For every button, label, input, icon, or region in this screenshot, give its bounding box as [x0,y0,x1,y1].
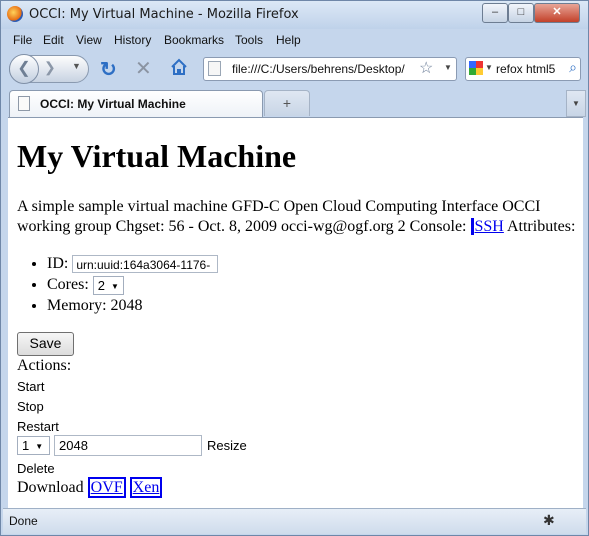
home-icon[interactable] [170,58,188,76]
url-dropdown-icon[interactable]: ▼ [444,63,452,72]
search-engine-dropdown-icon[interactable]: ▼ [485,63,493,72]
actions-label: Actions: [17,357,72,374]
restart-action[interactable]: Restart [17,419,59,434]
history-dropdown-icon[interactable]: ▼ [72,61,81,71]
memory-value: 2048 [110,297,143,314]
page-content: My Virtual Machine A simple sample virtu… [8,117,583,508]
memory-label: Memory: [47,297,107,314]
close-button[interactable]: ✕ [534,3,580,23]
bookmark-star-icon[interactable]: ☆ [419,58,433,78]
list-item: Cores: 2▼ [47,274,218,295]
download-xen-link[interactable]: Xen [129,477,163,498]
save-button[interactable]: Save [17,332,74,356]
tab-strip: OCCI: My Virtual Machine + ▼ [3,87,586,117]
search-input[interactable]: refox html5 [496,62,555,76]
attribute-list: ID: urn:uuid:164a3064-1176- Cores: 2▼ Me… [17,253,219,316]
status-bar: Done ✱ [3,508,586,534]
new-tab-button[interactable]: + [264,90,310,116]
tab-list-dropdown-icon[interactable]: ▼ [566,90,586,117]
delete-action[interactable]: Delete [17,461,55,476]
resize-memory-input[interactable]: 2048 [54,435,202,456]
description-text: A simple sample virtual machine GFD-C Op… [17,198,541,235]
menu-file[interactable]: File [13,33,32,47]
browser-window: OCCI: My Virtual Machine - Mozilla Firef… [0,0,589,536]
stop-icon[interactable]: ✕ [135,56,152,81]
start-action[interactable]: Start [17,379,44,394]
search-icon[interactable]: ⌕ [569,59,577,76]
resize-select-value: 1 [22,438,30,453]
back-arrow-icon[interactable]: ❮ [9,54,39,84]
window-title: OCCI: My Virtual Machine - Mozilla Firef… [29,7,299,22]
tab-active[interactable]: OCCI: My Virtual Machine [9,90,263,117]
menu-view[interactable]: View [76,33,102,47]
firefox-icon [7,6,23,22]
page-title: My Virtual Machine [17,138,297,174]
download-row: Download OVF Xen [17,477,163,498]
cores-value: 2 [97,277,106,293]
back-forward-group: ❮ ❯ ▼ [9,54,89,84]
id-field[interactable]: urn:uuid:164a3064-1176- [72,255,219,274]
stop-action[interactable]: Stop [17,399,44,414]
page-description: A simple sample virtual machine GFD-C Op… [17,197,577,237]
list-item: ID: urn:uuid:164a3064-1176- [47,253,219,274]
download-ovf-link[interactable]: OVF [87,477,126,498]
download-label: Download [17,479,84,496]
menu-tools[interactable]: Tools [235,33,263,47]
menu-history[interactable]: History [114,33,151,47]
tab-page-icon [18,96,30,111]
minimize-button[interactable]: – [482,3,508,23]
resize-action[interactable]: Resize [207,438,247,453]
navigation-toolbar: ❮ ❯ ▼ ↻ ✕ file:///C:/Users/behrens/Deskt… [3,52,586,86]
search-box[interactable]: ▼ refox html5 ⌕ [465,57,581,81]
menu-help[interactable]: Help [276,33,301,47]
chevron-down-icon: ▼ [35,442,44,452]
cores-label: Cores: [47,276,89,293]
google-icon[interactable] [469,61,483,75]
chevron-down-icon: ▼ [111,281,119,291]
tab-label: OCCI: My Virtual Machine [40,97,186,111]
maximize-button[interactable]: □ [508,3,534,23]
list-item: Memory: 2048 [47,295,218,316]
address-bar[interactable]: file:///C:/Users/behrens/Desktop/ ☆ ▼ [203,57,457,81]
console-ssh-link[interactable]: SSH [470,218,504,235]
forward-arrow-icon[interactable]: ❯ [44,59,56,76]
menu-edit[interactable]: Edit [43,33,64,47]
cores-select[interactable]: 2 ▼ [92,275,124,295]
reload-icon[interactable]: ↻ [100,57,117,82]
id-label: ID: [47,255,69,272]
resize-select[interactable]: 1 ▼ [17,436,50,455]
title-bar: OCCI: My Virtual Machine - Mozilla Firef… [1,1,588,29]
menu-bookmarks[interactable]: Bookmarks [164,33,224,47]
attributes-label: Attributes: [506,218,576,235]
url-text[interactable]: file:///C:/Users/behrens/Desktop/ [232,62,405,76]
bug-icon[interactable]: ✱ [543,512,555,529]
status-text: Done [9,514,38,528]
page-icon [208,61,221,76]
